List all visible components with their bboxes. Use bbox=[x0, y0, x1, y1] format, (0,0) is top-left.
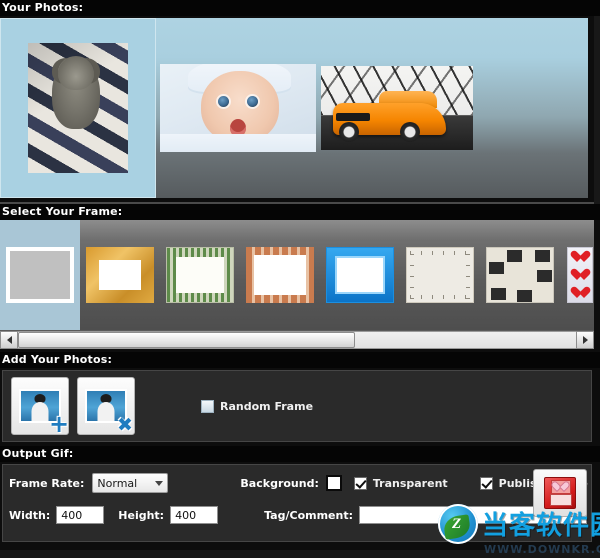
add-photos-panel: + ✖ Random Frame bbox=[2, 370, 592, 442]
frame-thumb-blue bbox=[326, 247, 394, 303]
frames-horizontal-scrollbar[interactable] bbox=[0, 330, 594, 349]
floppy-disk-save-icon bbox=[544, 477, 576, 509]
photos-panel bbox=[0, 16, 594, 204]
chevron-right-icon bbox=[583, 336, 588, 344]
scrollbar-thumb[interactable] bbox=[18, 332, 355, 348]
photo-item-cat[interactable] bbox=[0, 18, 156, 198]
photo-item-baby[interactable] bbox=[158, 18, 318, 198]
photo-item-car[interactable] bbox=[318, 18, 476, 198]
photo-thumbnail-cat bbox=[28, 43, 128, 173]
frame-thumb-gold bbox=[86, 247, 154, 303]
frame-rate-value: Normal bbox=[97, 477, 137, 490]
frame-item-ruler[interactable] bbox=[400, 220, 480, 330]
plus-icon: + bbox=[47, 413, 71, 437]
add-photos-section-header: Add Your Photos: bbox=[0, 352, 600, 368]
transparent-label: Transparent bbox=[373, 477, 448, 490]
frame-thumb-none bbox=[6, 247, 74, 303]
photo-thumbnail-baby bbox=[160, 64, 316, 152]
car-wheel-front bbox=[400, 122, 420, 142]
output-section-header: Output Gif: bbox=[0, 446, 600, 462]
background-label: Background: bbox=[240, 477, 318, 490]
frame-thumb-green bbox=[166, 247, 234, 303]
frame-item-blue[interactable] bbox=[320, 220, 400, 330]
output-row-framerate: Frame Rate: Normal Background: Transpare… bbox=[3, 469, 591, 497]
photos-section-header: Your Photos: bbox=[0, 0, 600, 16]
scrollbar-track[interactable] bbox=[18, 331, 576, 349]
publish-checkbox[interactable] bbox=[480, 477, 493, 490]
frame-item-gold[interactable] bbox=[80, 220, 160, 330]
frame-item-checker[interactable] bbox=[480, 220, 560, 330]
frame-item-none[interactable] bbox=[0, 220, 80, 330]
frames-section-header: Select Your Frame: bbox=[0, 204, 600, 220]
background-color-swatch[interactable] bbox=[326, 475, 342, 491]
tag-comment-label: Tag/Comment: bbox=[264, 509, 353, 522]
frame-rate-label: Frame Rate: bbox=[9, 477, 84, 490]
remove-photo-button[interactable]: ✖ bbox=[77, 377, 135, 435]
random-frame-row[interactable]: Random Frame bbox=[201, 400, 313, 413]
width-input[interactable]: 400 bbox=[56, 506, 104, 524]
chevron-down-icon bbox=[155, 481, 163, 486]
cross-icon: ✖ bbox=[113, 413, 137, 437]
height-label: Height: bbox=[118, 509, 164, 522]
gif-maker-window: Your Photos: bbox=[0, 0, 600, 558]
car-wheel-rear bbox=[339, 122, 359, 142]
heart-icon bbox=[574, 269, 587, 281]
chevron-left-icon bbox=[7, 336, 12, 344]
baby-body bbox=[160, 134, 316, 152]
add-photos-panel-wrap: + ✖ Random Frame bbox=[0, 368, 600, 446]
heart-icon bbox=[574, 251, 587, 263]
baby-eye-right bbox=[247, 96, 258, 107]
photos-strip[interactable] bbox=[0, 18, 588, 198]
output-panel: Frame Rate: Normal Background: Transpare… bbox=[2, 464, 592, 542]
transparent-checkbox[interactable] bbox=[354, 477, 367, 490]
save-button[interactable] bbox=[533, 469, 587, 517]
frame-thumb-checker bbox=[486, 247, 554, 303]
frame-thumb-ruler bbox=[406, 247, 474, 303]
add-photo-button[interactable]: + bbox=[11, 377, 69, 435]
car-grill bbox=[336, 113, 369, 121]
output-panel-wrap: Frame Rate: Normal Background: Transpare… bbox=[0, 462, 600, 550]
frame-item-brick[interactable] bbox=[240, 220, 320, 330]
width-label: Width: bbox=[9, 509, 50, 522]
scroll-left-button[interactable] bbox=[0, 331, 18, 349]
random-frame-label: Random Frame bbox=[220, 400, 313, 413]
scroll-right-button[interactable] bbox=[576, 331, 594, 349]
baby-eye-left bbox=[218, 96, 229, 107]
heart-icon bbox=[574, 287, 587, 299]
height-input[interactable]: 400 bbox=[170, 506, 218, 524]
frame-item-green[interactable] bbox=[160, 220, 240, 330]
output-row-size: Width: 400 Height: 400 Tag/Comment: bbox=[3, 501, 591, 529]
random-frame-checkbox[interactable] bbox=[201, 400, 214, 413]
photo-thumbnail-car bbox=[321, 66, 473, 150]
frame-item-hearts[interactable] bbox=[560, 220, 594, 330]
frames-panel bbox=[0, 220, 600, 352]
frames-strip[interactable] bbox=[0, 220, 594, 330]
frame-rate-select[interactable]: Normal bbox=[92, 473, 168, 493]
frame-thumb-brick bbox=[246, 247, 314, 303]
frame-thumb-hearts bbox=[567, 247, 593, 303]
